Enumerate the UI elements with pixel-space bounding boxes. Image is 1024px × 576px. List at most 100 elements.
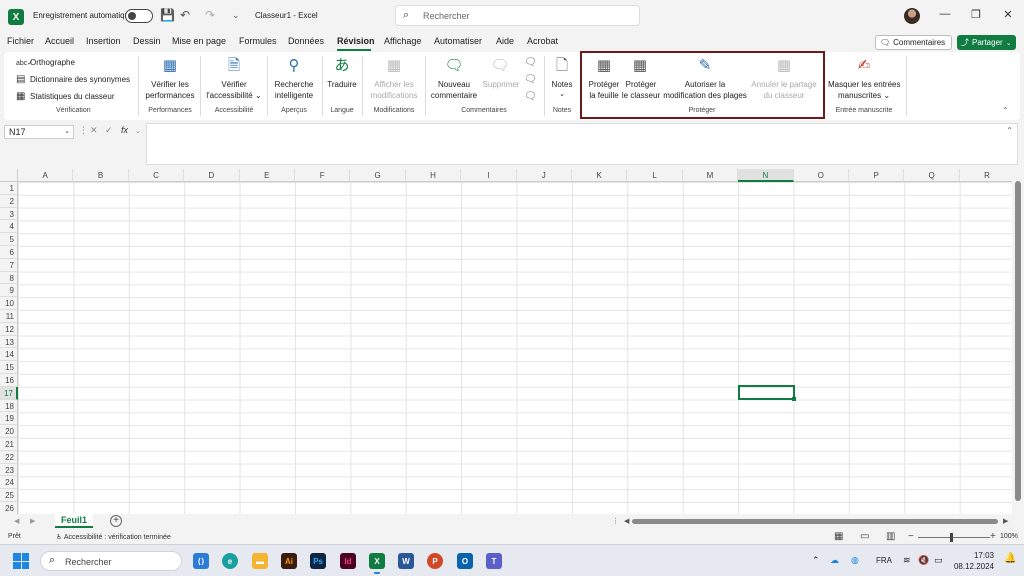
column-header[interactable]: P: [849, 169, 905, 182]
taskbar-search[interactable]: ⌕ Rechercher: [40, 551, 182, 571]
comments-button[interactable]: 🗨 Commentaires: [875, 35, 952, 50]
row-header[interactable]: 17: [0, 386, 18, 400]
chevron-down-icon[interactable]: ⌄: [135, 127, 141, 135]
zoom-level[interactable]: 100%: [1000, 533, 1018, 540]
thesaurus-button[interactable]: Dictionnaire des synonymes: [30, 75, 130, 85]
column-header[interactable]: K: [572, 169, 628, 182]
row-header[interactable]: 4: [0, 220, 18, 234]
row-header[interactable]: 11: [0, 310, 18, 323]
cell-area[interactable]: [18, 182, 1012, 514]
tab-insertion[interactable]: Insertion: [86, 36, 121, 46]
row-header[interactable]: 18: [0, 399, 18, 413]
column-header[interactable]: N: [738, 169, 794, 182]
column-header[interactable]: D: [184, 169, 240, 182]
row-header[interactable]: 25: [0, 489, 18, 502]
accessibility-status[interactable]: ♿ Accessibilité : vérification terminée: [56, 533, 171, 541]
tab-aide[interactable]: Aide: [496, 36, 514, 46]
tab-formules[interactable]: Formules: [239, 36, 277, 46]
windows-start-icon[interactable]: [13, 553, 29, 569]
notifications-icon[interactable]: 🔔: [1004, 553, 1016, 564]
chevron-down-icon[interactable]: ⌄: [64, 127, 70, 135]
illustrator-icon[interactable]: Ai: [281, 553, 297, 569]
column-header[interactable]: B: [73, 169, 129, 182]
network-globe-icon[interactable]: ◍: [851, 555, 859, 566]
collapse-ribbon-icon[interactable]: ⌃: [1002, 106, 1009, 115]
workbook-stats-button[interactable]: Statistiques du classeur: [30, 92, 115, 102]
vscode-icon[interactable]: ⟨⟩: [193, 553, 209, 569]
minimize-button[interactable]: —: [935, 8, 955, 20]
clock[interactable]: 17:03 08.12.2024: [952, 550, 994, 572]
photoshop-icon[interactable]: Ps: [310, 553, 326, 569]
notes-dropdown-icon[interactable]: ⌄: [547, 90, 577, 100]
hide-ink-line2[interactable]: manuscrites ⌄: [828, 91, 900, 101]
cancel-icon[interactable]: ✕: [90, 125, 98, 136]
check-performance-line1[interactable]: Vérifier les: [144, 80, 196, 90]
translate-button[interactable]: Traduire: [325, 80, 359, 90]
delete-comment-button[interactable]: Supprimer: [482, 80, 520, 90]
spreadsheet-grid[interactable]: A B C D E F G H I J K L M N O P Q R 1 2 3 4 5 6 7 8 9 10 11 12 13 14 15 1…: [0, 169, 1012, 514]
row-header[interactable]: 1: [0, 182, 18, 195]
scroll-right-icon[interactable]: ▶: [1003, 517, 1008, 525]
active-cell-n17[interactable]: [738, 385, 796, 401]
zoom-out-icon[interactable]: −: [908, 531, 914, 542]
insert-function-icon[interactable]: fx: [121, 125, 128, 135]
wifi-icon[interactable]: ≋: [903, 555, 911, 566]
excel-taskbar-icon[interactable]: X: [369, 553, 385, 574]
spelling-button[interactable]: Orthographe: [30, 58, 75, 68]
hide-ink-line1[interactable]: Masquer les entrées: [828, 80, 900, 90]
column-header[interactable]: F: [295, 169, 351, 182]
vertical-scroll-thumb[interactable]: [1015, 181, 1021, 501]
page-layout-icon[interactable]: ▭: [860, 531, 869, 542]
onedrive-icon[interactable]: ☁: [830, 555, 839, 566]
outlook-icon[interactable]: O: [457, 553, 473, 569]
tab-acrobat[interactable]: Acrobat: [527, 36, 558, 46]
teams-icon[interactable]: T: [486, 553, 502, 569]
row-header[interactable]: 22: [0, 450, 18, 464]
smart-lookup-line2[interactable]: intelligente: [270, 91, 318, 101]
row-header[interactable]: 7: [0, 258, 18, 272]
redo-icon[interactable]: ↷: [205, 8, 215, 22]
formula-input[interactable]: ⌃: [146, 123, 1018, 165]
row-header[interactable]: 21: [0, 438, 18, 451]
row-header[interactable]: 8: [0, 271, 18, 285]
close-button[interactable]: ✕: [998, 8, 1018, 21]
word-icon[interactable]: W: [398, 553, 414, 569]
next-sheet-icon[interactable]: ▶: [30, 517, 35, 525]
zoom-slider[interactable]: [918, 537, 990, 538]
column-header[interactable]: E: [239, 169, 295, 182]
name-box[interactable]: N17 ⌄: [4, 125, 74, 139]
share-button[interactable]: ⤴ Partager ⌄: [957, 35, 1016, 50]
check-performance-line2[interactable]: performances: [144, 91, 196, 101]
maximize-button[interactable]: ❐: [966, 8, 986, 21]
save-icon[interactable]: 💾: [160, 8, 175, 22]
show-changes-line2[interactable]: modifications: [366, 91, 422, 101]
row-header[interactable]: 2: [0, 194, 18, 208]
horizontal-scroll-thumb[interactable]: [632, 519, 998, 524]
check-accessibility-line1[interactable]: Vérifier: [205, 80, 263, 90]
show-hidden-icons-icon[interactable]: ⌃: [812, 555, 820, 566]
column-header[interactable]: I: [461, 169, 517, 182]
row-header[interactable]: 26: [0, 502, 18, 514]
volume-muted-icon[interactable]: 🔇: [918, 555, 929, 566]
row-header[interactable]: 24: [0, 476, 18, 490]
column-header[interactable]: G: [350, 169, 406, 182]
autosave-toggle[interactable]: [125, 9, 153, 23]
previous-sheet-icon[interactable]: ◀: [14, 517, 19, 525]
vertical-scrollbar[interactable]: [1012, 169, 1024, 514]
row-header[interactable]: 6: [0, 246, 18, 259]
tab-dessin[interactable]: Dessin: [133, 36, 161, 46]
select-all-corner[interactable]: [0, 169, 18, 182]
row-header[interactable]: 12: [0, 322, 18, 336]
column-header[interactable]: R: [959, 169, 1012, 182]
show-changes-line1[interactable]: Afficher les: [366, 80, 422, 90]
row-header[interactable]: 9: [0, 284, 18, 298]
previous-comment-icon[interactable]: 🗨: [524, 57, 537, 68]
notes-button[interactable]: Notes: [547, 80, 577, 90]
row-header[interactable]: 20: [0, 425, 18, 438]
column-header[interactable]: O: [793, 169, 849, 182]
customize-qat-icon[interactable]: ⌄: [232, 10, 240, 21]
scroll-left-icon[interactable]: ◀: [624, 517, 629, 525]
row-header[interactable]: 14: [0, 348, 18, 362]
show-comments-icon[interactable]: 🗨: [524, 91, 537, 102]
column-header[interactable]: L: [627, 169, 683, 182]
